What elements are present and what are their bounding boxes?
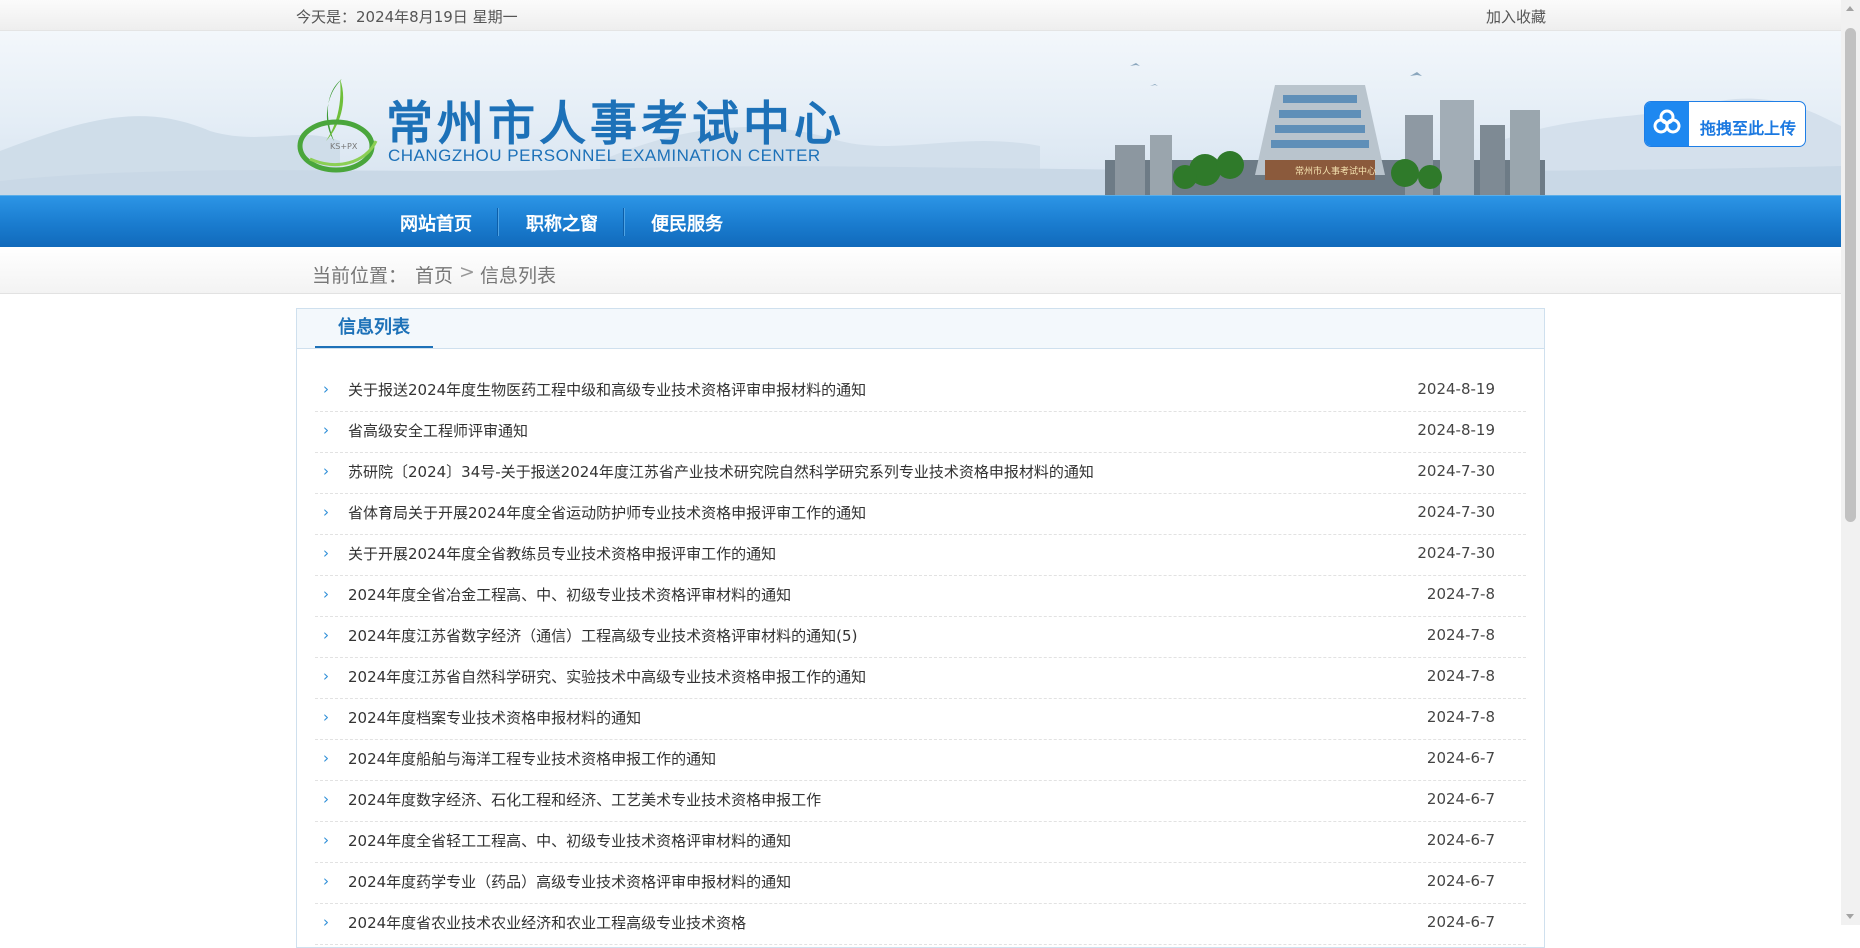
list-item-title[interactable]: 2024年度全省轻工工程高、中、初级专业技术资格评审材料的通知	[348, 830, 791, 851]
scrollbar-thumb[interactable]	[1845, 28, 1856, 522]
chevron-right-icon: ›	[323, 626, 329, 644]
chevron-right-icon: ›	[323, 913, 329, 931]
info-list-panel: 信息列表 › 关于报送2024年度生物医药工程中级和高级专业技术资格评审申报材料的…	[296, 308, 1545, 948]
list-item-title[interactable]: 2024年度档案专业技术资格申报材料的通知	[348, 707, 641, 728]
chevron-right-icon: ›	[323, 667, 329, 685]
list-item[interactable]: › 关于开展2024年度全省教练员专业技术资格申报评审工作的通知 2024-7-30	[315, 535, 1526, 576]
list-item-title[interactable]: 2024年度江苏省自然科学研究、实验技术中高级专业技术资格申报工作的通知	[348, 666, 866, 687]
list-item[interactable]: › 省高级安全工程师评审通知 2024-8-19	[315, 412, 1526, 453]
list-item[interactable]: › 2024年度江苏省数字经济（通信）工程高级专业技术资格评审材料的通知(5) 20…	[315, 617, 1526, 658]
top-bar: 今天是：2024年8月19日 星期一 加入收藏	[0, 0, 1841, 31]
list-item-date: 2024-7-30	[1417, 462, 1495, 480]
mountain-background	[0, 63, 1841, 195]
list-item[interactable]: › 2024年度全省轻工工程高、中、初级专业技术资格评审材料的通知 2024-6-7	[315, 822, 1526, 863]
site-name-cn: 常州市人事考试中心	[386, 97, 845, 152]
chevron-right-icon: ›	[323, 380, 329, 398]
list-item-title[interactable]: 2024年度船舶与海洋工程专业技术资格申报工作的通知	[348, 748, 716, 769]
list-item-date: 2024-7-30	[1417, 503, 1495, 521]
panel-title: 信息列表	[315, 309, 433, 348]
list-item[interactable]: › 2024年度数字经济、石化工程和经济、工艺美术专业技术资格申报工作 2024-6…	[315, 781, 1526, 822]
panel-header: 信息列表	[297, 309, 1544, 349]
list-item-title[interactable]: 省高级安全工程师评审通知	[348, 420, 528, 441]
list-item-date: 2024-8-19	[1417, 421, 1495, 439]
list-item-title[interactable]: 关于报送2024年度生物医药工程中级和高级专业技术资格评审申报材料的通知	[348, 379, 866, 400]
list-item-date: 2024-6-7	[1426, 790, 1495, 808]
breadcrumb: 当前位置： 首页 > 信息列表	[0, 247, 1841, 294]
chevron-right-icon: ›	[323, 421, 329, 439]
scroll-down-arrow-icon[interactable]	[1846, 914, 1854, 919]
list-item[interactable]: › 2024年度药学专业（药品）高级专业技术资格评审申报材料的通知 2024-6-7	[315, 863, 1526, 904]
current-date-text: 今天是：2024年8月19日 星期一	[296, 8, 518, 26]
building-sign-text: 常州市人事考试中心	[1295, 165, 1376, 177]
list-item-date: 2024-8-19	[1417, 380, 1495, 398]
breadcrumb-separator: >	[459, 261, 475, 283]
notice-list: › 关于报送2024年度生物医药工程中级和高级专业技术资格评审申报材料的通知 202…	[315, 371, 1526, 945]
list-item-date: 2024-6-7	[1426, 913, 1495, 931]
nav-home[interactable]: 网站首页	[400, 210, 472, 236]
list-item-date: 2024-6-7	[1426, 749, 1495, 767]
list-item-date: 2024-7-8	[1426, 585, 1495, 603]
list-item[interactable]: › 2024年度船舶与海洋工程专业技术资格申报工作的通知 2024-6-7	[315, 740, 1526, 781]
site-name-en: CHANGZHOU PERSONNEL EXAMINATION CENTER	[388, 146, 821, 165]
list-item-date: 2024-7-8	[1426, 626, 1495, 644]
chevron-right-icon: ›	[323, 503, 329, 521]
upload-label: 拖拽至此上传	[1700, 119, 1797, 138]
list-item-date: 2024-7-30	[1417, 544, 1495, 562]
building-illustration: 常州市人事考试中心	[1105, 85, 1545, 195]
breadcrumb-home-link[interactable]: 首页	[415, 261, 453, 288]
nav-divider	[497, 208, 499, 236]
scroll-up-arrow-icon[interactable]	[1846, 6, 1854, 11]
list-item-title[interactable]: 2024年度全省冶金工程高、中、初级专业技术资格评审材料的通知	[348, 584, 791, 605]
cloud-upload-icon	[1645, 102, 1689, 146]
breadcrumb-prefix: 当前位置：	[312, 265, 408, 287]
chevron-right-icon: ›	[323, 585, 329, 603]
list-item-title[interactable]: 关于开展2024年度全省教练员专业技术资格申报评审工作的通知	[348, 543, 776, 564]
chevron-right-icon: ›	[323, 790, 329, 808]
nav-public-service[interactable]: 便民服务	[651, 210, 723, 236]
list-item-date: 2024-6-7	[1426, 872, 1495, 890]
list-item[interactable]: › 苏研院〔2024〕34号-关于报送2024年度江苏省产业技术研究院自然科学研究…	[315, 453, 1526, 494]
list-item-title[interactable]: 2024年度数字经济、石化工程和经济、工艺美术专业技术资格申报工作	[348, 789, 821, 810]
nav-title-window[interactable]: 职称之窗	[526, 210, 598, 236]
list-item[interactable]: › 省体育局关于开展2024年度全省运动防护师专业技术资格申报评审工作的通知 202…	[315, 494, 1526, 535]
logo-badge-text: KS+PX	[330, 142, 358, 151]
site-logo-icon: KS+PX	[297, 79, 378, 173]
chevron-right-icon: ›	[323, 749, 329, 767]
nav-divider	[623, 208, 625, 236]
list-item-title[interactable]: 2024年度省农业技术农业经济和农业工程高级专业技术资格	[348, 912, 746, 933]
list-item-title[interactable]: 苏研院〔2024〕34号-关于报送2024年度江苏省产业技术研究院自然科学研究系…	[348, 461, 1094, 482]
list-item-date: 2024-7-8	[1426, 708, 1495, 726]
chevron-right-icon: ›	[323, 872, 329, 890]
vertical-scrollbar[interactable]	[1841, 0, 1860, 925]
list-item[interactable]: › 2024年度档案专业技术资格申报材料的通知 2024-7-8	[315, 699, 1526, 740]
list-item-date: 2024-7-8	[1426, 667, 1495, 685]
drag-upload-button[interactable]: 拖拽至此上传	[1644, 101, 1806, 147]
breadcrumb-current: 信息列表	[480, 265, 557, 287]
chevron-right-icon: ›	[323, 831, 329, 849]
list-item-title[interactable]: 2024年度江苏省数字经济（通信）工程高级专业技术资格评审材料的通知(5)	[348, 625, 857, 646]
list-item[interactable]: › 2024年度全省冶金工程高、中、初级专业技术资格评审材料的通知 2024-7-8	[315, 576, 1526, 617]
chevron-right-icon: ›	[323, 462, 329, 480]
list-item-date: 2024-6-7	[1426, 831, 1495, 849]
main-nav: 网站首页 职称之窗 便民服务	[0, 195, 1841, 247]
list-item[interactable]: › 关于报送2024年度生物医药工程中级和高级专业技术资格评审申报材料的通知 202…	[315, 371, 1526, 412]
list-item[interactable]: › 2024年度江苏省自然科学研究、实验技术中高级专业技术资格申报工作的通知 202…	[315, 658, 1526, 699]
chevron-right-icon: ›	[323, 708, 329, 726]
list-item-title[interactable]: 2024年度药学专业（药品）高级专业技术资格评审申报材料的通知	[348, 871, 791, 892]
add-favorite-link[interactable]: 加入收藏	[1486, 6, 1546, 27]
list-item-title[interactable]: 省体育局关于开展2024年度全省运动防护师专业技术资格申报评审工作的通知	[348, 502, 866, 523]
chevron-right-icon: ›	[323, 544, 329, 562]
header-banner: KS+PX 常州市人事考试中心 CHANGZHOU PERSONNEL EXAM…	[0, 31, 1841, 195]
